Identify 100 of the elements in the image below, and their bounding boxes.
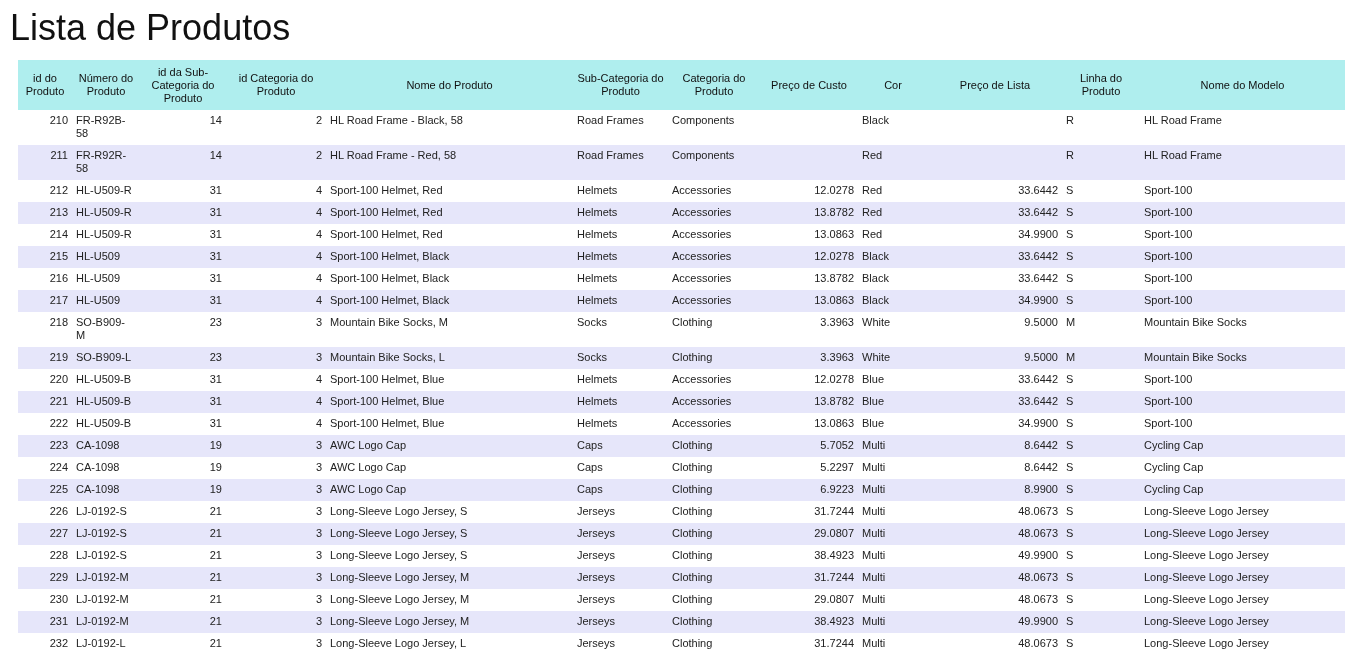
table-cell: LJ-0192-S [72,545,140,567]
table-cell: 31 [140,180,226,202]
table-cell: Caps [573,457,668,479]
column-header[interactable]: Número do Produto [72,60,140,110]
table-cell: S [1062,435,1140,457]
table-cell: 2 [226,110,326,145]
table-cell: Sport-100 [1140,290,1345,312]
table-cell: 48.0673 [928,567,1062,589]
table-cell: 29.0807 [760,589,858,611]
table-cell: HL-U509-B [72,369,140,391]
table-cell: 3 [226,479,326,501]
table-cell: Red [858,145,928,180]
table-cell: 2 [226,145,326,180]
table-cell: 23 [140,312,226,347]
table-cell: 217 [18,290,72,312]
table-cell: Blue [858,391,928,413]
table-cell: 216 [18,268,72,290]
table-cell: 33.6442 [928,369,1062,391]
table-cell: S [1062,413,1140,435]
table-cell: Components [668,110,760,145]
table-cell: 13.8782 [760,202,858,224]
table-cell: Socks [573,347,668,369]
table-cell: Jerseys [573,501,668,523]
table-cell: Mountain Bike Socks [1140,312,1345,347]
table-cell: 29.0807 [760,523,858,545]
page-title: Lista de Produtos [10,6,292,50]
table-cell: Multi [858,633,928,655]
table-cell: LJ-0192-L [72,633,140,655]
table-cell: 31 [140,369,226,391]
table-cell: 228 [18,545,72,567]
table-cell: 3 [226,312,326,347]
table-cell: 13.0863 [760,224,858,246]
table-cell: 48.0673 [928,589,1062,611]
table-cell: 33.6442 [928,268,1062,290]
table-cell: HL-U509 [72,246,140,268]
table-cell: Accessories [668,391,760,413]
column-header[interactable]: Preço de Lista [928,60,1062,110]
table-cell: R [1062,110,1140,145]
table-cell: S [1062,457,1140,479]
table-cell: Clothing [668,523,760,545]
table-cell: Helmets [573,369,668,391]
table-cell: Components [668,145,760,180]
table-cell: Long-Sleeve Logo Jersey [1140,545,1345,567]
table-cell: 9.5000 [928,312,1062,347]
table-cell: White [858,347,928,369]
column-header[interactable]: Preço de Custo [760,60,858,110]
table-cell: 8.6442 [928,457,1062,479]
table-cell: Road Frames [573,110,668,145]
table-cell: Multi [858,589,928,611]
table-cell: 222 [18,413,72,435]
table-cell: S [1062,501,1140,523]
table-cell: 225 [18,479,72,501]
table-cell: 3 [226,501,326,523]
table-cell: 3 [226,611,326,633]
table-cell: Sport-100 Helmet, Black [326,268,573,290]
column-header[interactable]: Nome do Produto [326,60,573,110]
table-cell: Red [858,224,928,246]
column-header[interactable]: Linha do Produto [1062,60,1140,110]
column-header[interactable]: Cor [858,60,928,110]
table-cell: 21 [140,567,226,589]
table-cell: 231 [18,611,72,633]
column-header[interactable]: Nome do Modelo [1140,60,1345,110]
table-cell: 4 [226,224,326,246]
table-cell: Mountain Bike Socks, L [326,347,573,369]
table-cell: Sport-100 Helmet, Black [326,246,573,268]
table-cell: Accessories [668,369,760,391]
table-cell: 12.0278 [760,369,858,391]
table-cell: Black [858,290,928,312]
table-cell: Sport-100 [1140,180,1345,202]
table-cell: Helmets [573,290,668,312]
column-header[interactable]: id do Produto [18,60,72,110]
table-cell: Black [858,268,928,290]
table-cell: 14 [140,110,226,145]
table-cell: 34.9900 [928,290,1062,312]
table-cell: 221 [18,391,72,413]
table-cell: S [1062,391,1140,413]
table-cell: Sport-100 Helmet, Blue [326,413,573,435]
table-cell: 223 [18,435,72,457]
column-header[interactable]: id da Sub-Categoria do Produto [140,60,226,110]
table-cell: Clothing [668,312,760,347]
table-cell: 4 [226,202,326,224]
table-cell: 38.4923 [760,545,858,567]
table-cell: 227 [18,523,72,545]
table-cell: 224 [18,457,72,479]
table-cell: 23 [140,347,226,369]
table-cell: 212 [18,180,72,202]
table-cell: Multi [858,479,928,501]
table-cell: Sport-100 Helmet, Red [326,202,573,224]
column-header[interactable]: id Categoria do Produto [226,60,326,110]
table-cell: Sport-100 Helmet, Black [326,290,573,312]
table-cell: 13.0863 [760,290,858,312]
column-header[interactable]: Sub-Categoria do Produto [573,60,668,110]
table-cell: Caps [573,479,668,501]
table-cell: Sport-100 Helmet, Blue [326,391,573,413]
table-cell: S [1062,202,1140,224]
table-cell: Jerseys [573,589,668,611]
table-cell: 4 [226,180,326,202]
table-cell: 33.6442 [928,391,1062,413]
table-cell: 38.4923 [760,611,858,633]
column-header[interactable]: Categoria do Produto [668,60,760,110]
